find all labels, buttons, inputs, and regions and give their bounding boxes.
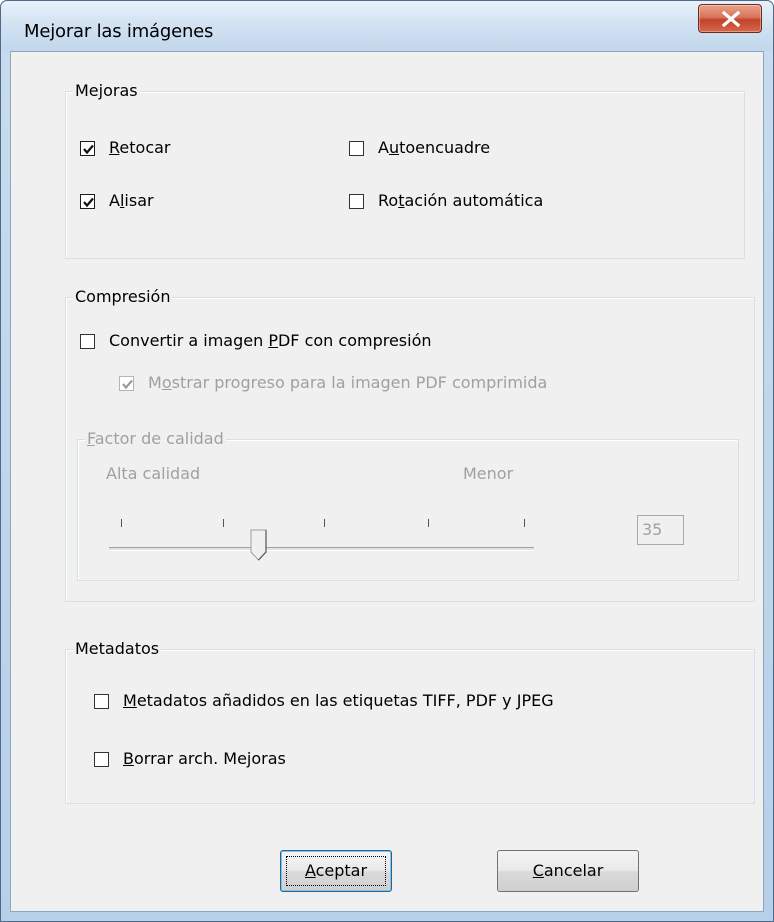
menor-label: Menor [463,464,514,483]
quality-slider-thumb[interactable] [250,529,268,565]
convertir-pdf-check-icon[interactable] [80,333,95,349]
aceptar-button[interactable]: Aceptar [280,850,392,892]
metadatos-group: Metadatos [65,639,755,804]
slider-tick [223,519,224,527]
metadatos-anadidos-checkbox[interactable]: Metadatos añadidos en las etiquetas TIFF… [94,691,554,711]
slider-tick [428,519,429,527]
autoencuadre-check-icon[interactable] [349,140,364,156]
compresion-legend: Compresión [73,287,173,307]
borrar-mejoras-label: Borrar arch. Mejoras [123,749,286,768]
borrar-mejoras-check-icon[interactable] [94,751,109,767]
focus-rectangle [286,856,386,886]
dialog-window: Mejorar las imágenes Mejoras Retocar Ali… [0,0,774,922]
slider-tick [121,519,122,527]
rotacion-check-icon[interactable] [349,193,364,209]
retocar-label: Retocar [109,138,171,157]
cancelar-button[interactable]: Cancelar [497,850,639,892]
mejoras-group: Mejoras [65,81,745,259]
quality-value-field[interactable]: 35 [637,515,684,545]
slider-thumb-icon [250,529,267,561]
cancelar-accel-key: C [532,861,544,880]
autoencuadre-label: Autoencuadre [378,138,491,157]
title-bar[interactable]: Mejorar las imágenes [1,1,773,51]
mostrar-progreso-checkbox[interactable]: Mostrar progreso para la imagen PDF comp… [119,373,547,393]
window-title: Mejorar las imágenes [24,21,214,42]
factor-calidad-legend: Factor de calidad [85,429,226,449]
slider-tick [324,519,325,527]
rotacion-checkbox[interactable]: Rotación automática [349,191,543,211]
metadatos-legend: Metadatos [73,639,162,659]
alisar-label: Alisar [109,191,154,210]
slider-tick [524,519,525,527]
metadatos-anadidos-label: Metadatos añadidos en las etiquetas TIFF… [123,691,554,710]
autoencuadre-checkbox[interactable]: Autoencuadre [349,138,490,158]
convertir-pdf-label: Convertir a imagen PDF con compresión [109,331,432,350]
quality-slider-track[interactable] [109,547,534,551]
retocar-checkbox[interactable]: Retocar [80,138,171,158]
factor-calidad-group: Factor de calidad [77,429,739,581]
borrar-mejoras-checkbox[interactable]: Borrar arch. Mejoras [94,749,286,769]
dialog-client-area: Mejoras Retocar Alisar Autoencuadre Rota… [10,51,764,912]
cancelar-label-rest: ancelar [543,861,604,880]
rotacion-label: Rotación automática [378,191,544,210]
retocar-check-icon[interactable] [80,140,95,156]
close-button[interactable] [698,4,762,33]
alisar-check-icon[interactable] [80,193,95,209]
alisar-checkbox[interactable]: Alisar [80,191,154,211]
metadatos-anadidos-check-icon[interactable] [94,693,109,709]
alta-calidad-label: Alta calidad [106,464,201,483]
convertir-pdf-checkbox[interactable]: Convertir a imagen PDF con compresión [80,331,432,351]
close-x-icon [721,11,741,27]
mostrar-progreso-label: Mostrar progreso para la imagen PDF comp… [148,373,548,392]
mejoras-legend: Mejoras [73,81,140,101]
mostrar-progreso-check-icon[interactable] [119,375,134,391]
